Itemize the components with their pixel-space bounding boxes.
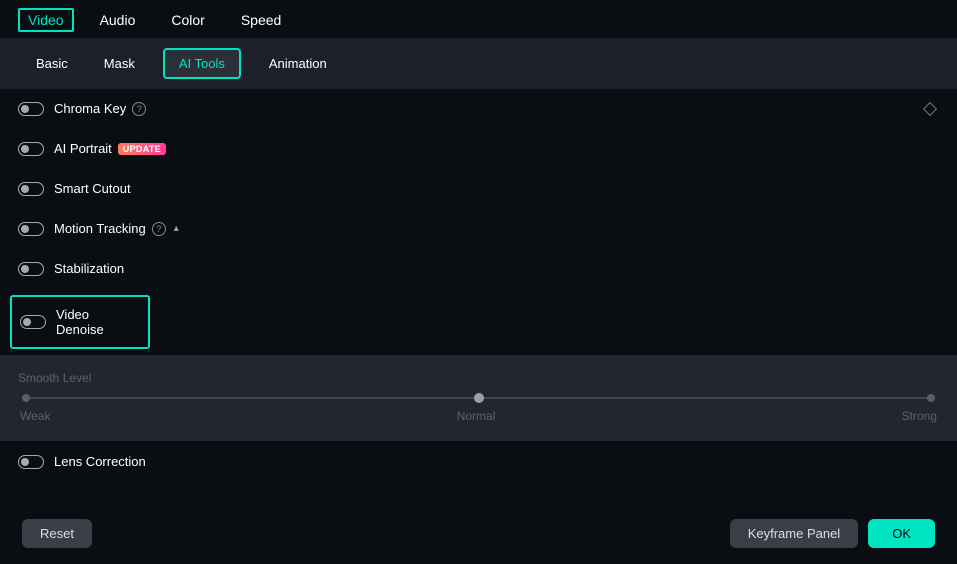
slider-label-weak: Weak (20, 409, 50, 423)
toggle-smart-cutout[interactable] (18, 182, 44, 196)
subtab-animation[interactable]: Animation (261, 52, 335, 75)
label-motion-tracking: Motion Tracking (54, 221, 146, 236)
toggle-video-denoise[interactable] (20, 315, 46, 329)
label-smart-cutout: Smart Cutout (54, 181, 131, 196)
label-stabilization: Stabilization (54, 261, 124, 276)
row-motion-tracking: Motion Tracking ? ▴ (0, 209, 957, 249)
row-lens-correction: Lens Correction (0, 441, 957, 482)
help-icon[interactable]: ? (152, 222, 166, 236)
subtab-basic[interactable]: Basic (28, 52, 76, 75)
tab-audio[interactable]: Audio (100, 12, 136, 28)
keyframe-panel-button[interactable]: Keyframe Panel (730, 519, 859, 548)
main-tabs: Video Audio Color Speed (0, 0, 957, 38)
slider-label-normal: Normal (457, 409, 496, 423)
smooth-slider[interactable] (0, 389, 957, 399)
row-ai-portrait: AI Portrait UPDATE (0, 129, 957, 169)
toggle-motion-tracking[interactable] (18, 222, 44, 236)
smooth-level-label: Smooth Level (0, 355, 957, 389)
toggle-chroma-key[interactable] (18, 102, 44, 116)
footer: Reset Keyframe Panel OK (0, 503, 957, 564)
update-badge: UPDATE (118, 143, 166, 155)
tab-color[interactable]: Color (171, 12, 204, 28)
row-chroma-key: Chroma Key ? (0, 89, 957, 129)
row-video-denoise: Video Denoise (10, 295, 150, 349)
subtab-ai-tools[interactable]: AI Tools (163, 48, 241, 79)
keyframe-diamond-icon[interactable] (923, 101, 937, 115)
caret-up-icon[interactable]: ▴ (174, 223, 179, 234)
slider-tick-labels: Weak Normal Strong (0, 399, 957, 441)
reset-button[interactable]: Reset (22, 519, 92, 548)
toggle-lens-correction[interactable] (18, 455, 44, 469)
ai-tools-content: Chroma Key ? AI Portrait UPDATE Smart Cu… (0, 89, 957, 542)
label-video-denoise: Video Denoise (56, 307, 140, 337)
ok-button[interactable]: OK (868, 519, 935, 548)
tab-video[interactable]: Video (28, 12, 64, 28)
tab-speed[interactable]: Speed (241, 12, 281, 28)
help-icon[interactable]: ? (132, 102, 146, 116)
slider-label-strong: Strong (902, 409, 937, 423)
label-chroma-key: Chroma Key (54, 101, 126, 116)
sub-tabs: Basic Mask AI Tools Animation (0, 38, 957, 89)
label-lens-correction: Lens Correction (54, 454, 146, 469)
toggle-ai-portrait[interactable] (18, 142, 44, 156)
denoise-section: Smooth Level Weak Normal Strong (0, 355, 957, 441)
row-smart-cutout: Smart Cutout (0, 169, 957, 209)
slider-thumb[interactable] (474, 393, 484, 403)
label-ai-portrait: AI Portrait (54, 141, 112, 156)
toggle-stabilization[interactable] (18, 262, 44, 276)
row-stabilization: Stabilization (0, 249, 957, 289)
subtab-mask[interactable]: Mask (96, 52, 143, 75)
